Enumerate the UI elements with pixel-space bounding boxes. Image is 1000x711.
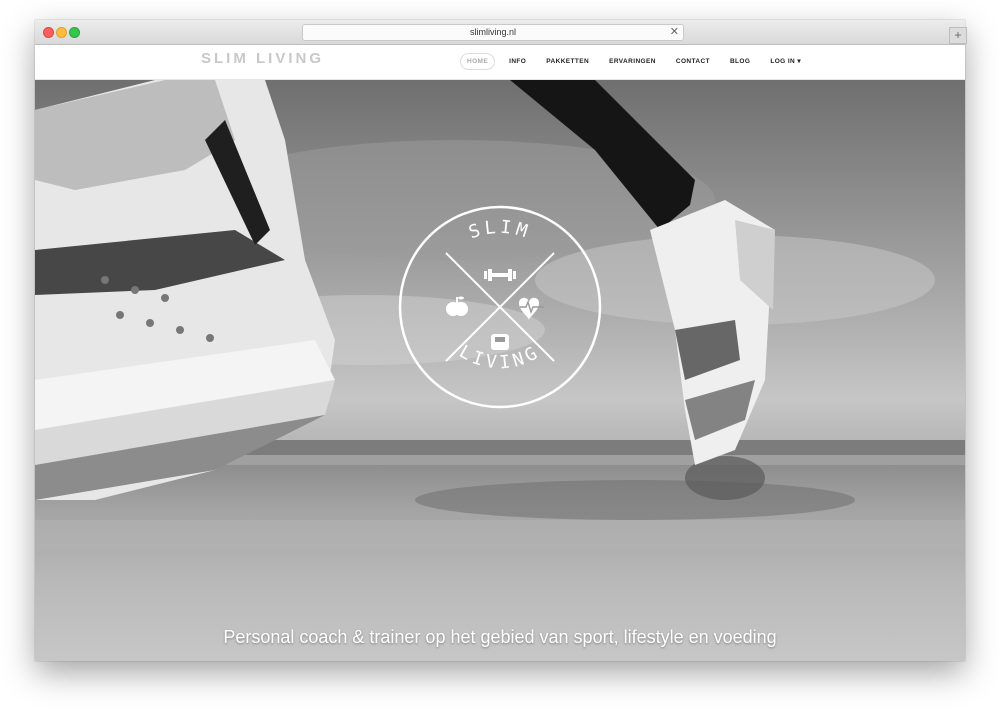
minimize-window-button[interactable] bbox=[56, 27, 67, 38]
site-brand[interactable]: SLIM LIVING bbox=[201, 50, 324, 67]
close-window-button[interactable] bbox=[43, 27, 54, 38]
heartbeat-icon bbox=[519, 297, 544, 320]
hero-tagline: Personal coach & trainer op het gebied v… bbox=[223, 627, 777, 647]
menu-item-blog[interactable]: BLOG bbox=[724, 54, 756, 69]
menu-item-ervaringen[interactable]: ERVARINGEN bbox=[603, 54, 662, 69]
close-icon[interactable]: ✕ bbox=[670, 25, 679, 40]
browser-titlebar: slimliving.nl ✕ bbox=[35, 20, 965, 45]
menu-item-info[interactable]: INFO bbox=[503, 54, 532, 69]
slim-living-logo: SLIM LIVING bbox=[398, 205, 602, 409]
menu-item-login[interactable]: LOG IN ▾ bbox=[764, 54, 807, 69]
apple-icon bbox=[446, 296, 468, 316]
zoom-window-button[interactable] bbox=[69, 27, 80, 38]
menu-item-pakketten[interactable]: PAKKETTEN bbox=[540, 54, 595, 69]
site-navbar: SLIM LIVING HOME INFO PAKKETTEN ERVARING… bbox=[35, 45, 965, 80]
dumbbell-icon bbox=[484, 269, 516, 281]
scale-icon bbox=[491, 334, 509, 350]
menu-item-home[interactable]: HOME bbox=[460, 53, 496, 70]
address-bar[interactable]: slimliving.nl ✕ bbox=[302, 24, 684, 41]
hero-section: SLIM LIVING Personal coach & trainer op … bbox=[35, 80, 965, 661]
browser-window: slimliving.nl ✕ SLIM LIVING HOME INFO PA… bbox=[35, 20, 965, 661]
menu-item-contact[interactable]: CONTACT bbox=[670, 54, 716, 69]
main-menu: HOME INFO PAKKETTEN ERVARINGEN CONTACT B… bbox=[460, 53, 815, 70]
logo-text-top: SLIM bbox=[466, 217, 533, 244]
new-tab-button[interactable]: + bbox=[949, 27, 967, 44]
address-bar-url: slimliving.nl bbox=[469, 27, 516, 37]
